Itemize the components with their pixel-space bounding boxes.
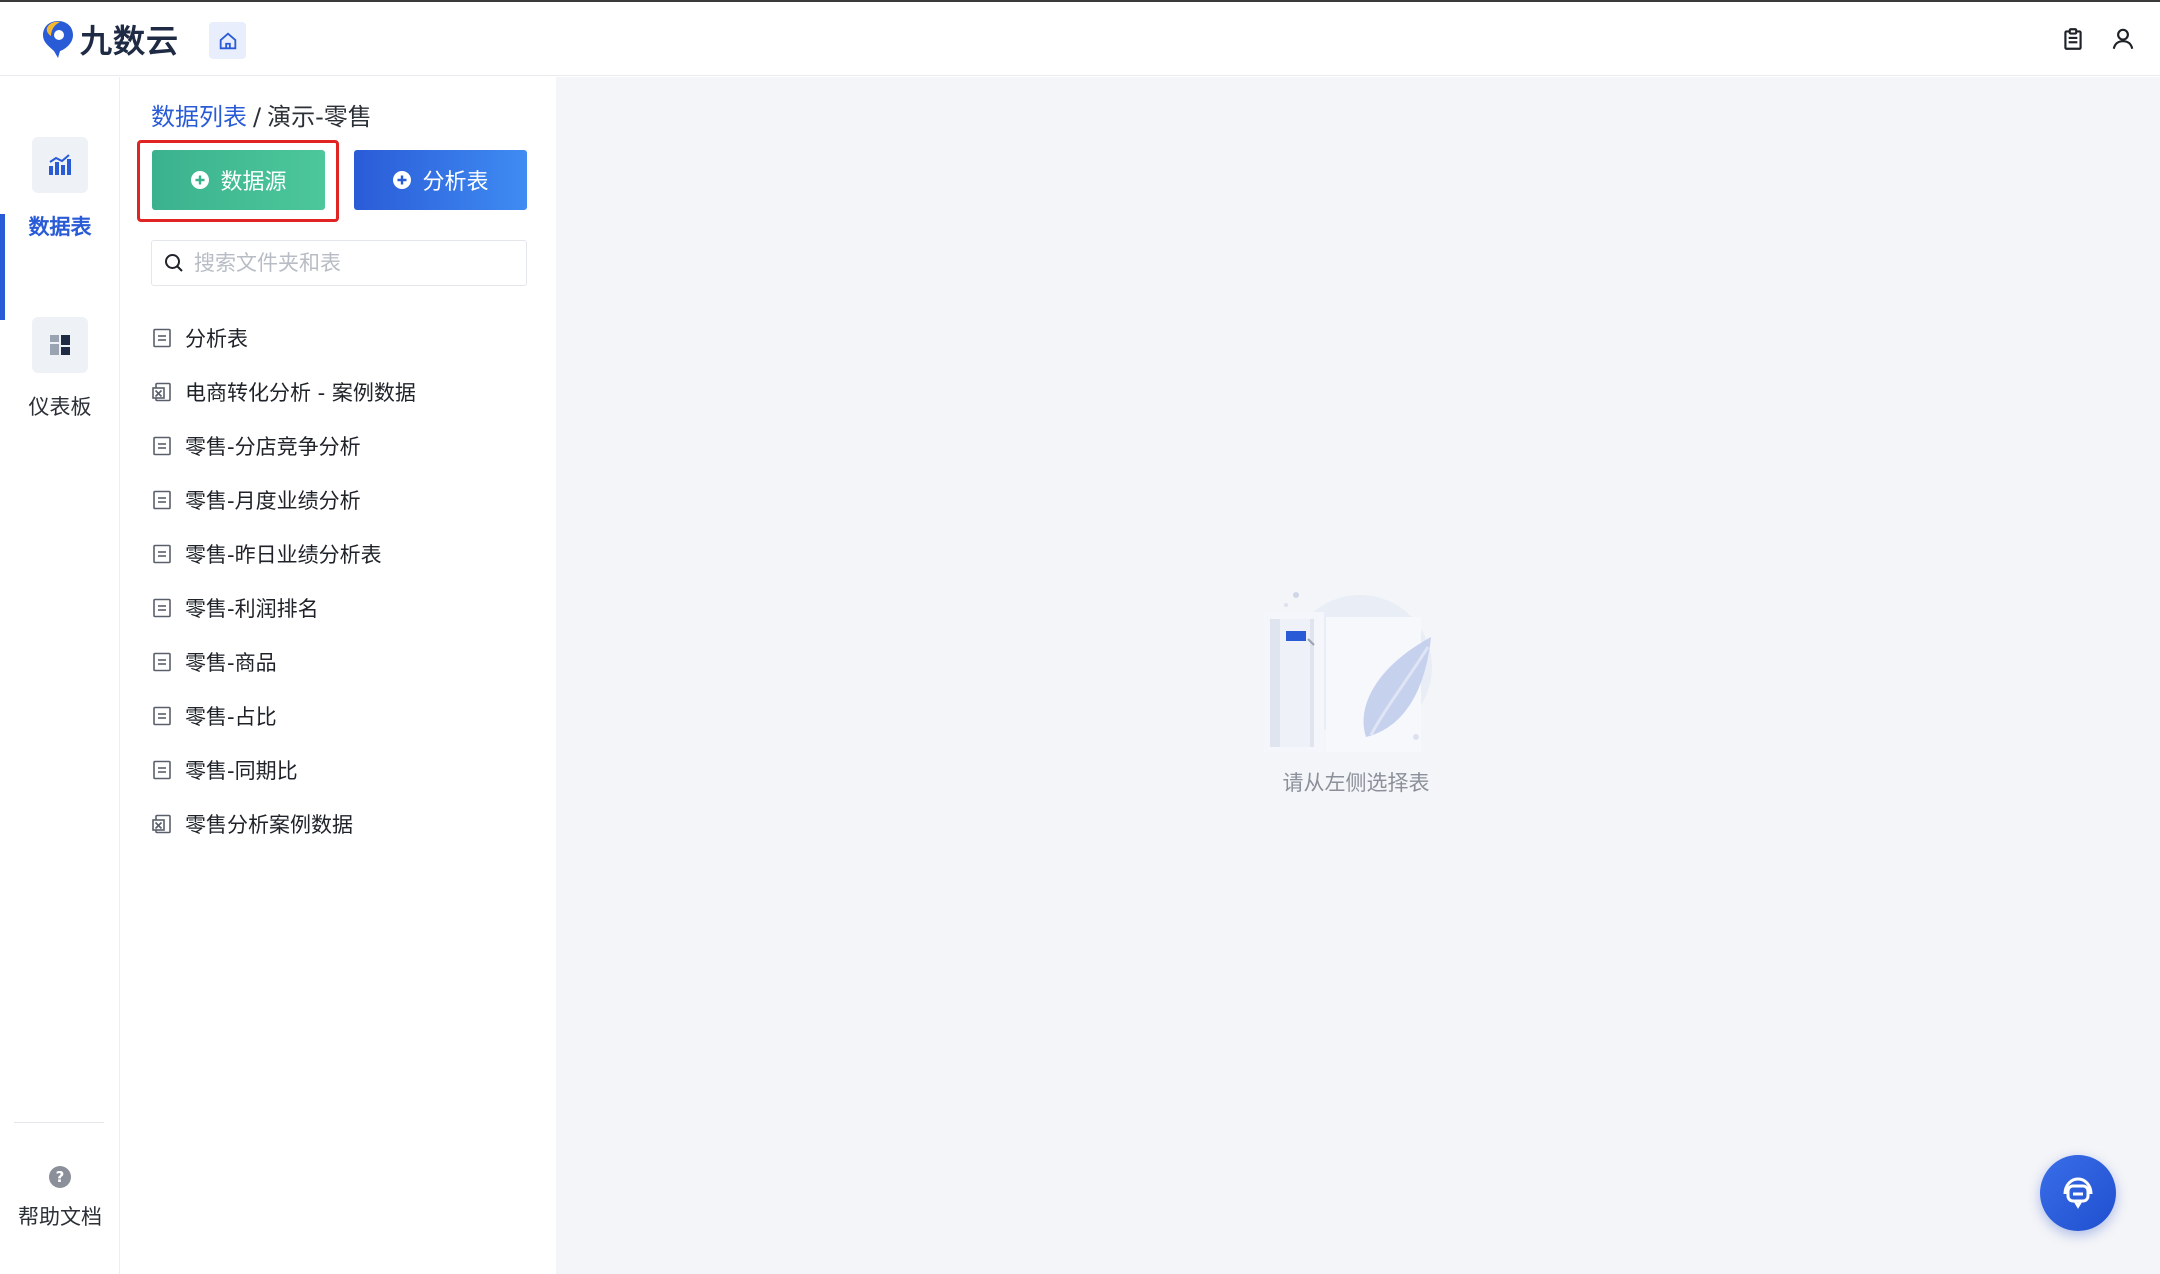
file-list-item[interactable]: 零售-分店竞争分析 <box>151 419 531 473</box>
help-docs-button[interactable]: ? 帮助文档 <box>0 1165 120 1231</box>
dashboard-icon <box>50 335 70 355</box>
file-name: 零售-分店竞争分析 <box>185 435 361 459</box>
table-file-icon <box>153 760 171 780</box>
customer-service-button[interactable] <box>2040 1155 2116 1231</box>
file-name: 分析表 <box>185 327 248 351</box>
breadcrumb-link-data-list[interactable]: 数据列表 <box>151 103 247 131</box>
nav-icon-box <box>32 137 88 193</box>
nav-item-data-table[interactable]: 数据表 <box>0 137 120 241</box>
file-name: 零售-昨日业绩分析表 <box>185 543 382 567</box>
file-list-item[interactable]: 零售-占比 <box>151 689 531 743</box>
help-icon: ? <box>49 1166 71 1188</box>
nav-item-label: 仪表板 <box>28 395 92 419</box>
table-file-icon <box>153 436 171 456</box>
add-data-source-button[interactable]: 数据源 <box>152 150 325 210</box>
file-list-item[interactable]: 零售-月度业绩分析 <box>151 473 531 527</box>
file-name: 零售-占比 <box>185 705 277 729</box>
home-button[interactable] <box>209 22 246 59</box>
main-nav: 数据表 仪表板 ? 帮助文档 <box>0 77 120 1274</box>
file-list-item[interactable]: 分析表 <box>151 311 531 365</box>
file-list: 分析表电商转化分析 - 案例数据 零售-分店竞争分析 零售-月度业绩分析 零售-昨日业… <box>151 311 531 851</box>
file-list-item[interactable]: 电商转化分析 - 案例数据 <box>151 365 531 419</box>
nav-divider <box>14 1122 104 1123</box>
home-icon <box>219 31 236 49</box>
file-name: 零售-利润排名 <box>185 597 319 621</box>
nav-item-dashboard[interactable]: 仪表板 <box>0 317 120 421</box>
plus-circle-icon <box>191 171 210 189</box>
plus-circle-icon <box>393 171 412 189</box>
breadcrumb-current: 演示-零售 <box>267 103 372 131</box>
help-label: 帮助文档 <box>18 1205 102 1229</box>
bar-chart-icon <box>49 154 71 175</box>
table-file-icon <box>153 706 171 726</box>
user-icon[interactable] <box>2110 26 2136 52</box>
search-box <box>151 240 527 286</box>
nav-icon-box <box>32 317 88 373</box>
clipboard-icon[interactable] <box>2060 26 2086 52</box>
table-file-icon <box>153 328 171 348</box>
excel-file-icon <box>152 814 171 834</box>
brand-name: 九数云 <box>80 22 180 60</box>
table-file-icon <box>153 598 171 618</box>
file-list-item[interactable]: 零售-同期比 <box>151 743 531 797</box>
brand-logo[interactable]: 九数云 <box>40 18 179 60</box>
headset-icon <box>2063 1177 2093 1209</box>
file-name: 零售-商品 <box>185 651 277 675</box>
file-name: 零售-同期比 <box>185 759 298 783</box>
empty-state: 请从左侧选择表 <box>1256 577 1456 797</box>
file-list-item[interactable]: 零售-昨日业绩分析表 <box>151 527 531 581</box>
table-file-icon <box>153 544 171 564</box>
add-analysis-table-label: 分析表 <box>422 170 489 195</box>
search-input[interactable] <box>194 251 514 275</box>
breadcrumb: 数据列表 / 演示-零售 <box>151 97 372 132</box>
svg-text:?: ? <box>56 1168 65 1186</box>
file-name: 零售分析案例数据 <box>185 813 353 837</box>
file-name: 零售-月度业绩分析 <box>185 489 361 513</box>
top-bar: 九数云 <box>0 0 2160 76</box>
add-analysis-table-button[interactable]: 分析表 <box>354 150 527 210</box>
file-list-item[interactable]: 零售-利润排名 <box>151 581 531 635</box>
nav-item-label: 数据表 <box>28 215 92 239</box>
file-list-item[interactable]: 零售分析案例数据 <box>151 797 531 851</box>
file-list-item[interactable]: 零售-商品 <box>151 635 531 689</box>
logo-icon <box>43 21 73 58</box>
file-panel: 数据列表/演示-零售 数据源 分析表 分析表电商转化分析 - 案例数据零售-分店… <box>121 77 556 1274</box>
table-file-icon <box>153 652 171 672</box>
add-data-source-label: 数据源 <box>220 170 287 195</box>
breadcrumb-separator: / <box>253 103 262 131</box>
content-area: 请从左侧选择表 <box>556 77 2160 1274</box>
excel-file-icon <box>152 382 171 402</box>
table-file-icon <box>153 490 171 510</box>
empty-illustration <box>1264 592 1432 752</box>
file-name: 电商转化分析 - 案例数据 <box>185 381 416 405</box>
search-icon <box>165 254 183 272</box>
empty-state-message: 请从左侧选择表 <box>1282 771 1430 795</box>
